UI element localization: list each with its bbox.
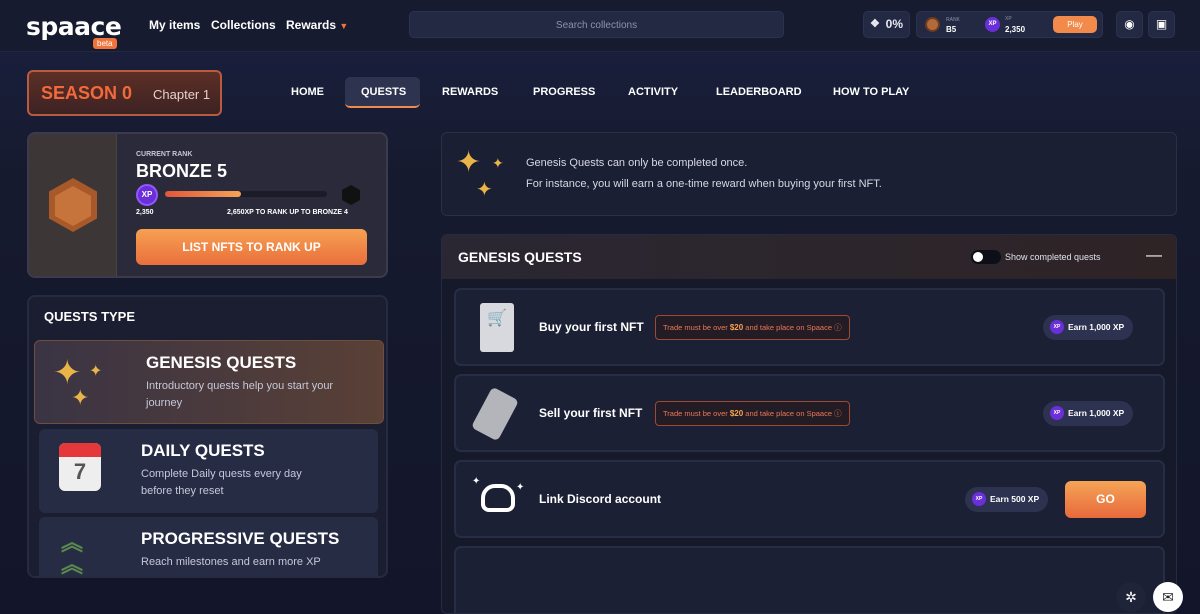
nav-collections[interactable]: Collections xyxy=(211,18,276,32)
quest-condition: Trade must be over $20 and take place on… xyxy=(655,315,850,340)
xp-current: 2,350 xyxy=(136,209,154,216)
sparkle-small-icon: ✦ xyxy=(89,363,103,380)
earn-xp-badge: XP Earn 500 XP xyxy=(965,487,1049,512)
price-tag-icon xyxy=(470,386,520,442)
season-chapter: Chapter 1 xyxy=(153,87,211,102)
bug-report-icon[interactable]: ✲ xyxy=(1116,582,1146,612)
quest-condition: Trade must be over $20 and take place on… xyxy=(655,401,850,426)
quest-type-desc: Complete Daily quests every day before t… xyxy=(141,468,302,497)
quest-type-genesis[interactable]: ✦ ✦ ✦ GENESIS QUESTS Introductory quests… xyxy=(34,340,384,424)
tab-activity[interactable]: ACTIVITY xyxy=(628,86,678,98)
discord-icon xyxy=(481,484,515,512)
percent-value: 0% xyxy=(885,17,903,31)
quest-type-progressive[interactable]: ︽ ︽ PROGRESSIVE QUESTS Reach milestones … xyxy=(39,517,378,577)
genesis-quests-header: GENESIS QUESTS Show completed quests — xyxy=(442,235,1176,279)
chevron-up-icon-2: ︽ xyxy=(61,552,84,577)
rank-label: RANK xyxy=(946,17,960,23)
nav-rewards[interactable]: Rewards ▼ xyxy=(286,18,348,32)
quest-row: Sell your first NFT Trade must be over $… xyxy=(454,374,1165,452)
quest-type-name: GENESIS QUESTS xyxy=(146,353,297,372)
wallet-icon[interactable]: ▣ xyxy=(1148,11,1175,38)
quest-type-title: QUESTS TYPE xyxy=(44,309,136,324)
nav-rewards-label: Rewards xyxy=(286,18,337,32)
quest-type-name: PROGRESSIVE QUESTS xyxy=(141,529,340,548)
xp-icon: XP xyxy=(1050,406,1064,420)
quest-name: Sell your first NFT xyxy=(539,406,643,420)
quest-row: 🛒 Buy your first NFT Trade must be over … xyxy=(454,288,1165,366)
quest-type-daily[interactable]: 7 DAILY QUESTS Complete Daily quests eve… xyxy=(39,429,378,513)
show-completed-label: Show completed quests xyxy=(1005,252,1101,262)
rank-name: BRONZE 5 xyxy=(136,161,228,181)
next-rank-hexagon-icon xyxy=(342,185,360,205)
sparkle-small-icon: ✦ xyxy=(492,155,504,171)
xp-icon: XP xyxy=(972,492,986,506)
bronze-rank-icon xyxy=(925,17,940,32)
chat-support-icon[interactable]: ✉ xyxy=(1153,582,1183,612)
genesis-quests-title: GENESIS QUESTS xyxy=(458,249,582,265)
rank-card: CURRENT RANK BRONZE 5 XP 2,350 2,650XP T… xyxy=(27,132,388,278)
calendar-number: 7 xyxy=(73,459,87,484)
spaace-logo[interactable]: spaace xyxy=(26,12,122,41)
info-line-1: Genesis Quests can only be completed onc… xyxy=(526,157,748,169)
sparkle-icon-2: ✦ xyxy=(476,179,493,201)
shopping-cart-card-icon: 🛒 xyxy=(480,303,514,352)
account-icon[interactable]: ◉ xyxy=(1116,11,1143,38)
xp-value: 2,350 xyxy=(1005,25,1026,34)
search-input[interactable]: Search collections xyxy=(409,11,784,38)
xp-icon: XP xyxy=(1050,320,1064,334)
tab-progress[interactable]: PROGRESS xyxy=(533,86,595,98)
sparkle-small-icon-2: ✦ xyxy=(516,482,525,493)
rank-xp-pill[interactable]: RANK B5 XP XP 2,350 Play xyxy=(916,11,1103,38)
rank-badge-panel xyxy=(29,134,117,276)
current-rank-label: CURRENT RANK xyxy=(136,151,193,158)
tab-leaderboard[interactable]: LEADERBOARD xyxy=(716,86,802,98)
quest-row: ✦ ✦ Link Discord account XP Earn 500 XP G… xyxy=(454,460,1165,538)
list-nfts-button[interactable]: LIST NFTS TO RANK UP xyxy=(136,229,367,265)
quest-type-name: DAILY QUESTS xyxy=(141,441,265,460)
season-banner: SEASON 0 Chapter 1 xyxy=(27,70,222,116)
xp-needed: 2,650XP TO RANK UP TO BRONZE 4 xyxy=(227,209,348,216)
xp-icon: XP xyxy=(985,17,1000,32)
genesis-info-box: ✦ ✦ ✦ Genesis Quests can only be complet… xyxy=(441,132,1177,216)
play-button[interactable]: Play xyxy=(1053,16,1097,33)
tab-quests[interactable]: QUESTS xyxy=(361,86,406,98)
show-completed-toggle[interactable] xyxy=(971,250,1001,264)
go-button[interactable]: GO xyxy=(1065,481,1146,518)
top-navbar: spaace beta My items Collections Rewards… xyxy=(0,0,1200,52)
tab-home[interactable]: HOME xyxy=(291,86,324,98)
sparkle-icon-2: ✦ xyxy=(71,385,90,410)
rank-progress-bar xyxy=(165,191,327,197)
nav-my-items[interactable]: My items xyxy=(149,18,200,32)
earn-xp-badge: XP Earn 1,000 XP xyxy=(1043,315,1134,340)
earn-xp-badge: XP Earn 1,000 XP xyxy=(1043,401,1134,426)
tab-rewards[interactable]: REWARDS xyxy=(442,86,498,98)
rank-value: B5 xyxy=(946,25,957,34)
quest-type-desc: Reach milestones and earn more XP xyxy=(141,556,321,568)
season-title: SEASON 0 xyxy=(41,83,133,103)
tab-how-to-play[interactable]: HOW TO PLAY xyxy=(833,86,909,98)
sparkle-icon: ✦ xyxy=(456,146,482,179)
quest-name: Link Discord account xyxy=(539,492,662,506)
rank-progress-fill xyxy=(165,191,242,197)
diamond-icon: ❖ xyxy=(870,18,880,30)
calendar-icon: 7 xyxy=(59,443,101,491)
xp-label: XP xyxy=(1005,16,1012,22)
beta-badge: beta xyxy=(93,38,117,49)
quest-type-desc: Introductory quests help you start your … xyxy=(146,380,334,409)
chevron-down-icon: ▼ xyxy=(339,21,349,31)
info-line-2: For instance, you will earn a one-time r… xyxy=(526,178,882,190)
genesis-quests-panel: GENESIS QUESTS Show completed quests — 🛒… xyxy=(441,234,1177,614)
quest-type-panel: QUESTS TYPE ✦ ✦ ✦ GENESIS QUESTS Introdu… xyxy=(27,295,388,578)
sparkle-small-icon: ✦ xyxy=(472,476,481,487)
collapse-icon[interactable]: — xyxy=(1146,247,1162,265)
percent-pill[interactable]: ❖ 0% xyxy=(863,11,910,38)
xp-badge-icon: XP xyxy=(136,184,158,206)
quest-name: Buy your first NFT xyxy=(539,320,644,334)
quest-row xyxy=(454,546,1165,613)
